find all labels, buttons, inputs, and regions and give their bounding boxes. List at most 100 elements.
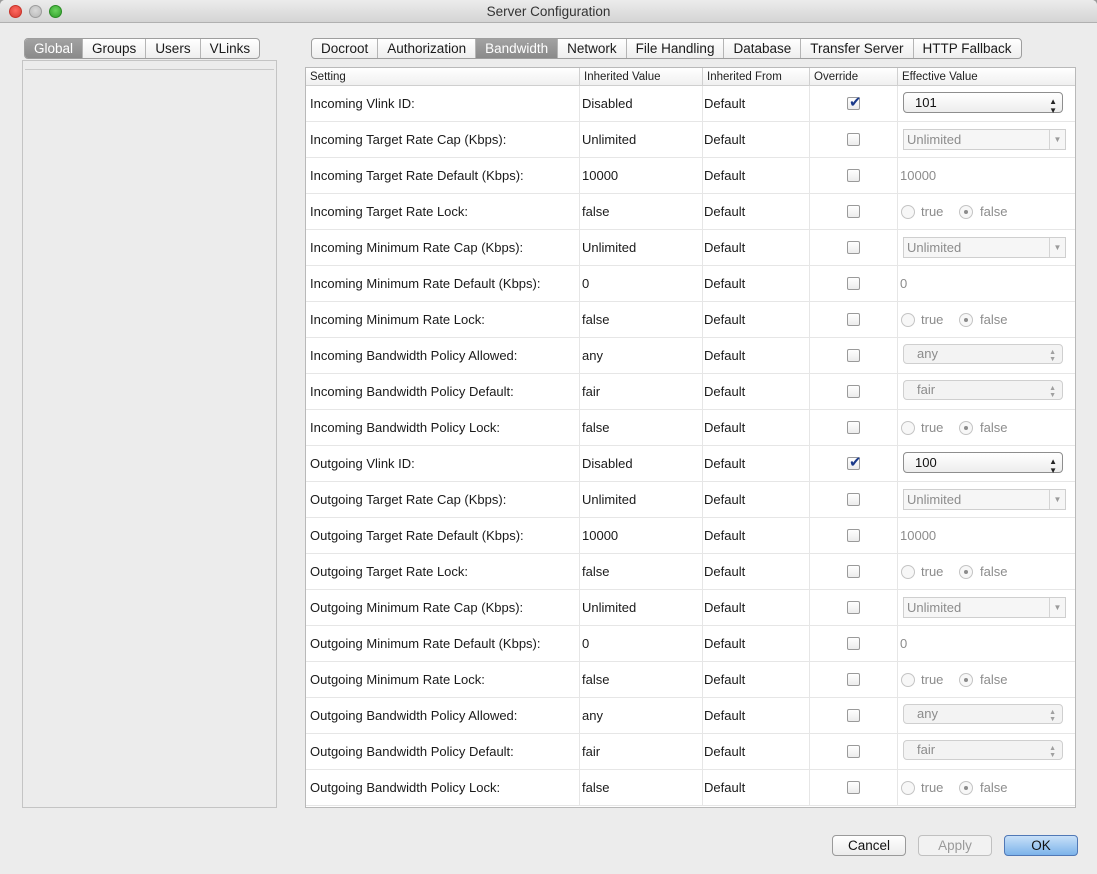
override-checkbox[interactable] bbox=[847, 133, 860, 146]
up-down-arrows-icon: ▲ ▼ bbox=[1049, 349, 1056, 363]
override-checkbox[interactable]: ✔ bbox=[847, 95, 862, 110]
tab-bandwidth[interactable]: Bandwidth bbox=[475, 39, 558, 58]
radio-true[interactable] bbox=[901, 565, 915, 579]
inherited-from: Default bbox=[703, 734, 810, 770]
column-header-inherited-from[interactable]: Inherited From bbox=[703, 68, 810, 86]
override-checkbox[interactable] bbox=[847, 313, 860, 326]
inherited-value: any bbox=[580, 338, 703, 374]
vlink-id-combobox[interactable]: 100 ▲ ▼ bbox=[903, 452, 1063, 475]
tab-database[interactable]: Database bbox=[723, 39, 800, 58]
setting-name: Incoming Bandwidth Policy Default: bbox=[306, 374, 580, 410]
table-row: Incoming Minimum Rate Lock: false Default t… bbox=[306, 302, 1075, 338]
minimize-window-button[interactable] bbox=[29, 5, 42, 18]
radio-false[interactable] bbox=[959, 313, 973, 327]
effective-value-text: 0 bbox=[900, 276, 908, 291]
setting-name: Incoming Bandwidth Policy Lock: bbox=[306, 410, 580, 446]
override-checkbox[interactable] bbox=[847, 601, 860, 614]
inherited-value: false bbox=[580, 554, 703, 590]
radio-true[interactable] bbox=[901, 205, 915, 219]
table-row: Incoming Vlink ID: Disabled Default ✔ 101 ▲ ▼ bbox=[306, 86, 1075, 122]
effective-value-text: 0 bbox=[900, 636, 908, 651]
effective-value-combobox[interactable]: Unlimited ▼ bbox=[903, 237, 1066, 258]
setting-name: Outgoing Minimum Rate Cap (Kbps): bbox=[306, 590, 580, 626]
override-checkbox[interactable] bbox=[847, 169, 860, 182]
effective-value-combobox[interactable]: Unlimited ▼ bbox=[903, 597, 1066, 618]
effective-value-popup[interactable]: any ▲ ▼ bbox=[903, 344, 1063, 364]
up-down-arrows-icon: ▲ ▼ bbox=[1049, 385, 1056, 399]
override-checkbox[interactable] bbox=[847, 421, 860, 434]
tab-users[interactable]: Users bbox=[145, 39, 199, 58]
tab-authorization[interactable]: Authorization bbox=[377, 39, 475, 58]
tab-transfer-server[interactable]: Transfer Server bbox=[800, 39, 912, 58]
radio-true-label: true bbox=[921, 312, 944, 327]
inherited-value: Disabled bbox=[580, 86, 703, 122]
table-row: Outgoing Minimum Rate Cap (Kbps): Unlimit… bbox=[306, 590, 1075, 626]
tab-http-fallback[interactable]: HTTP Fallback bbox=[912, 39, 1021, 58]
column-header-setting[interactable]: Setting bbox=[306, 68, 580, 86]
column-header-effective-value[interactable]: Effective Value bbox=[898, 68, 1075, 86]
close-window-button[interactable] bbox=[9, 5, 22, 18]
override-checkbox[interactable]: ✔ bbox=[847, 455, 862, 470]
radio-true[interactable] bbox=[901, 421, 915, 435]
tab-docroot[interactable]: Docroot bbox=[312, 39, 377, 58]
override-checkbox[interactable] bbox=[847, 277, 860, 290]
override-checkbox[interactable] bbox=[847, 349, 860, 362]
radio-false[interactable] bbox=[959, 565, 973, 579]
cancel-button[interactable]: Cancel bbox=[832, 835, 906, 856]
override-checkbox[interactable] bbox=[847, 205, 860, 218]
inherited-from: Default bbox=[703, 446, 810, 482]
setting-name: Outgoing Minimum Rate Default (Kbps): bbox=[306, 626, 580, 662]
inherited-from: Default bbox=[703, 158, 810, 194]
radio-false[interactable] bbox=[959, 421, 973, 435]
vlink-id-combobox[interactable]: 101 ▲ ▼ bbox=[903, 92, 1063, 115]
popup-value: any bbox=[917, 706, 938, 721]
effective-value-combobox[interactable]: Unlimited ▼ bbox=[903, 129, 1066, 150]
popup-value: fair bbox=[917, 382, 936, 397]
radio-false-label: false bbox=[980, 564, 1008, 579]
override-checkbox[interactable] bbox=[847, 241, 860, 254]
override-checkbox[interactable] bbox=[847, 673, 860, 686]
tab-vlinks[interactable]: VLinks bbox=[199, 39, 260, 58]
effective-value-popup[interactable]: fair ▲ ▼ bbox=[903, 380, 1063, 400]
radio-false[interactable] bbox=[959, 205, 973, 219]
ok-button[interactable]: OK bbox=[1004, 835, 1078, 856]
zoom-window-button[interactable] bbox=[49, 5, 62, 18]
override-checkbox[interactable] bbox=[847, 709, 860, 722]
tab-groups[interactable]: Groups bbox=[82, 39, 145, 58]
inherited-value: false bbox=[580, 194, 703, 230]
inherited-from: Default bbox=[703, 554, 810, 590]
override-checkbox[interactable] bbox=[847, 781, 860, 794]
radio-true[interactable] bbox=[901, 781, 915, 795]
radio-false-label: false bbox=[980, 312, 1008, 327]
radio-false[interactable] bbox=[959, 673, 973, 687]
setting-name: Outgoing Target Rate Cap (Kbps): bbox=[306, 482, 580, 518]
effective-value-popup[interactable]: any ▲ ▼ bbox=[903, 704, 1063, 724]
tab-global[interactable]: Global bbox=[25, 39, 83, 58]
apply-button[interactable]: Apply bbox=[918, 835, 992, 856]
popup-value: any bbox=[917, 346, 938, 361]
effective-value-popup[interactable]: fair ▲ ▼ bbox=[903, 740, 1063, 760]
inherited-from: Default bbox=[703, 302, 810, 338]
table-row: Outgoing Minimum Rate Default (Kbps): 0 De… bbox=[306, 626, 1075, 662]
tab-file-handling[interactable]: File Handling bbox=[625, 39, 724, 58]
override-checkbox[interactable] bbox=[847, 493, 860, 506]
column-header-override[interactable]: Override bbox=[810, 68, 898, 86]
inherited-from: Default bbox=[703, 230, 810, 266]
effective-value-combobox[interactable]: Unlimited ▼ bbox=[903, 489, 1066, 510]
override-checkbox[interactable] bbox=[847, 529, 860, 542]
table-header: Setting Inherited Value Inherited From O… bbox=[306, 68, 1075, 86]
inherited-value: false bbox=[580, 410, 703, 446]
tab-network[interactable]: Network bbox=[557, 39, 626, 58]
override-checkbox[interactable] bbox=[847, 565, 860, 578]
up-down-arrows-icon: ▲ ▼ bbox=[1049, 709, 1056, 723]
combobox-value: Unlimited bbox=[907, 240, 962, 255]
override-checkbox[interactable] bbox=[847, 637, 860, 650]
radio-false[interactable] bbox=[959, 781, 973, 795]
combobox-value: 100 bbox=[915, 455, 937, 470]
radio-true[interactable] bbox=[901, 673, 915, 687]
override-checkbox[interactable] bbox=[847, 385, 860, 398]
override-checkbox[interactable] bbox=[847, 745, 860, 758]
setting-name: Outgoing Bandwidth Policy Allowed: bbox=[306, 698, 580, 734]
column-header-inherited-value[interactable]: Inherited Value bbox=[580, 68, 703, 86]
radio-true[interactable] bbox=[901, 313, 915, 327]
